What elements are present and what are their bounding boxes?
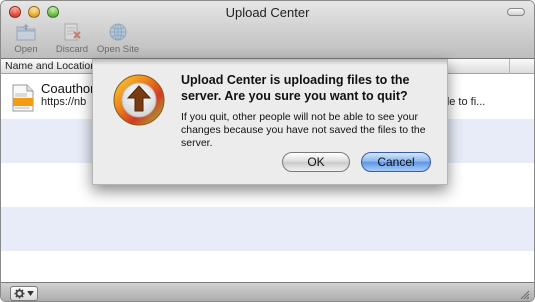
- status-bar: [1, 282, 534, 301]
- name-location-column[interactable]: Name and Location: [5, 60, 96, 72]
- list-row-empty: [1, 251, 534, 283]
- column-separator: [509, 59, 510, 74]
- chevron-down-icon: [27, 291, 34, 296]
- file-location: https://nb: [41, 96, 87, 108]
- cancel-button[interactable]: Cancel: [361, 152, 431, 172]
- window-title: Upload Center: [225, 5, 310, 20]
- toolbar-toggle-button[interactable]: [507, 8, 525, 16]
- upload-center-icon: [113, 74, 165, 126]
- file-name: Coauthor: [41, 81, 95, 96]
- dialog-title: Upload Center is uploading files to the …: [181, 73, 410, 103]
- toolbar: Open Discard Open Site: [5, 22, 139, 55]
- dialog-message: If you quit, other people will not be ab…: [181, 111, 426, 149]
- gear-icon: [14, 288, 25, 299]
- discard-icon: [64, 23, 81, 41]
- open-folder-icon: [16, 24, 36, 41]
- discard-button[interactable]: Discard: [51, 22, 93, 55]
- quit-confirmation-dialog: Upload Center is uploading files to the …: [92, 59, 448, 185]
- word-document-icon: [12, 84, 34, 112]
- open-site-button[interactable]: Open Site: [97, 22, 139, 55]
- ok-button[interactable]: OK: [282, 152, 350, 172]
- action-menu-button[interactable]: [10, 286, 38, 301]
- resize-grip-icon[interactable]: [519, 289, 530, 300]
- title-toolbar: Upload Center Open Discard Open Site: [1, 1, 534, 59]
- list-row-empty: [1, 207, 534, 251]
- upload-center-window: Upload Center Open Discard Open Site Nam…: [0, 0, 535, 302]
- globe-icon: [109, 23, 127, 41]
- open-button[interactable]: Open: [5, 22, 47, 55]
